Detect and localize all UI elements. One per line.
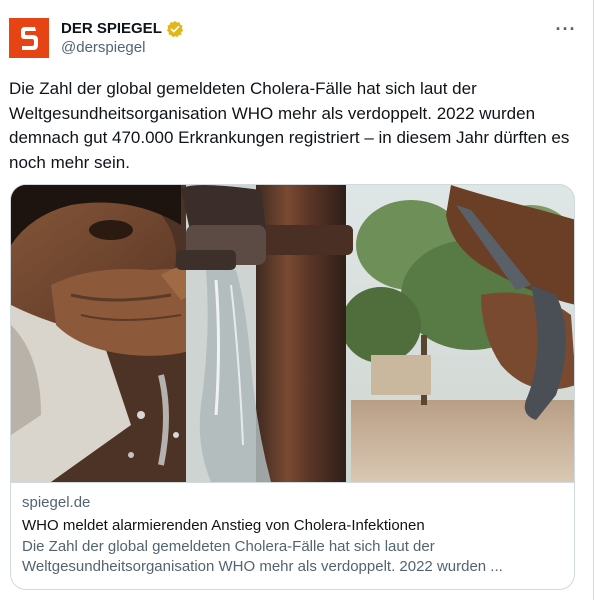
link-preview-card[interactable]: spiegel.de WHO meldet alarmierenden Anst… (10, 184, 575, 590)
more-options-icon[interactable]: ··· (551, 18, 581, 40)
tweet-text: Die Zahl der global gemeldeten Cholera-F… (9, 79, 570, 172)
spiegel-logo-icon (9, 18, 49, 58)
card-meta: spiegel.de WHO meldet alarmierenden Anst… (11, 482, 574, 589)
card-description: Die Zahl der global gemeldeten Cholera-F… (22, 538, 503, 575)
avatar[interactable] (9, 18, 49, 58)
author-name[interactable]: DER SPIEGEL (61, 20, 162, 37)
tweet-container: DER SPIEGEL @derspiegel ··· Die Zahl der… (0, 0, 594, 600)
gold-verified-badge-icon[interactable] (166, 20, 184, 38)
card-title[interactable]: WHO meldet alarmierenden Anstieg von Cho… (22, 515, 563, 536)
author-info: DER SPIEGEL @derspiegel (61, 19, 184, 56)
article-photo[interactable] (11, 185, 574, 482)
photo-illustration (11, 185, 574, 482)
author-handle[interactable]: @derspiegel (61, 39, 184, 56)
card-domain: spiegel.de (22, 494, 91, 511)
tweet-header: DER SPIEGEL @derspiegel ··· (9, 18, 583, 62)
